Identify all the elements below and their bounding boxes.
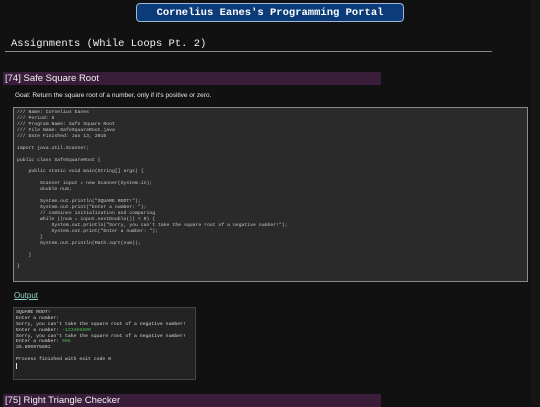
output-link[interactable]: Output: [14, 291, 38, 300]
user-input-value: -123456890: [62, 327, 91, 333]
page-title: Assignments (While Loops Pt. 2): [11, 38, 207, 50]
assignment-75-heading: [75] Right Triangle Checker: [3, 394, 381, 407]
text-cursor: [16, 363, 17, 370]
code-block: /// Name: Cornelius Eanes/// Period: 5//…: [13, 107, 528, 282]
assignment-74-goal: Goal: Return the square root of a number…: [15, 92, 212, 99]
output-console: SQUARE ROOT! Enter a number: Sorry, you …: [13, 307, 196, 380]
user-input-value: 666: [62, 339, 71, 345]
output-prompt: Enter a number:: [16, 339, 63, 345]
title-divider: [5, 51, 492, 52]
output-line: [16, 363, 193, 370]
assignment-74-heading: [74] Safe Square Root: [3, 72, 381, 85]
portal-title[interactable]: Cornelius Eanes's Programming Portal: [136, 3, 404, 22]
output-prompt: Enter a number:: [16, 327, 63, 333]
code-line: }: [17, 264, 20, 270]
scrollbar-track[interactable]: [531, 0, 540, 405]
